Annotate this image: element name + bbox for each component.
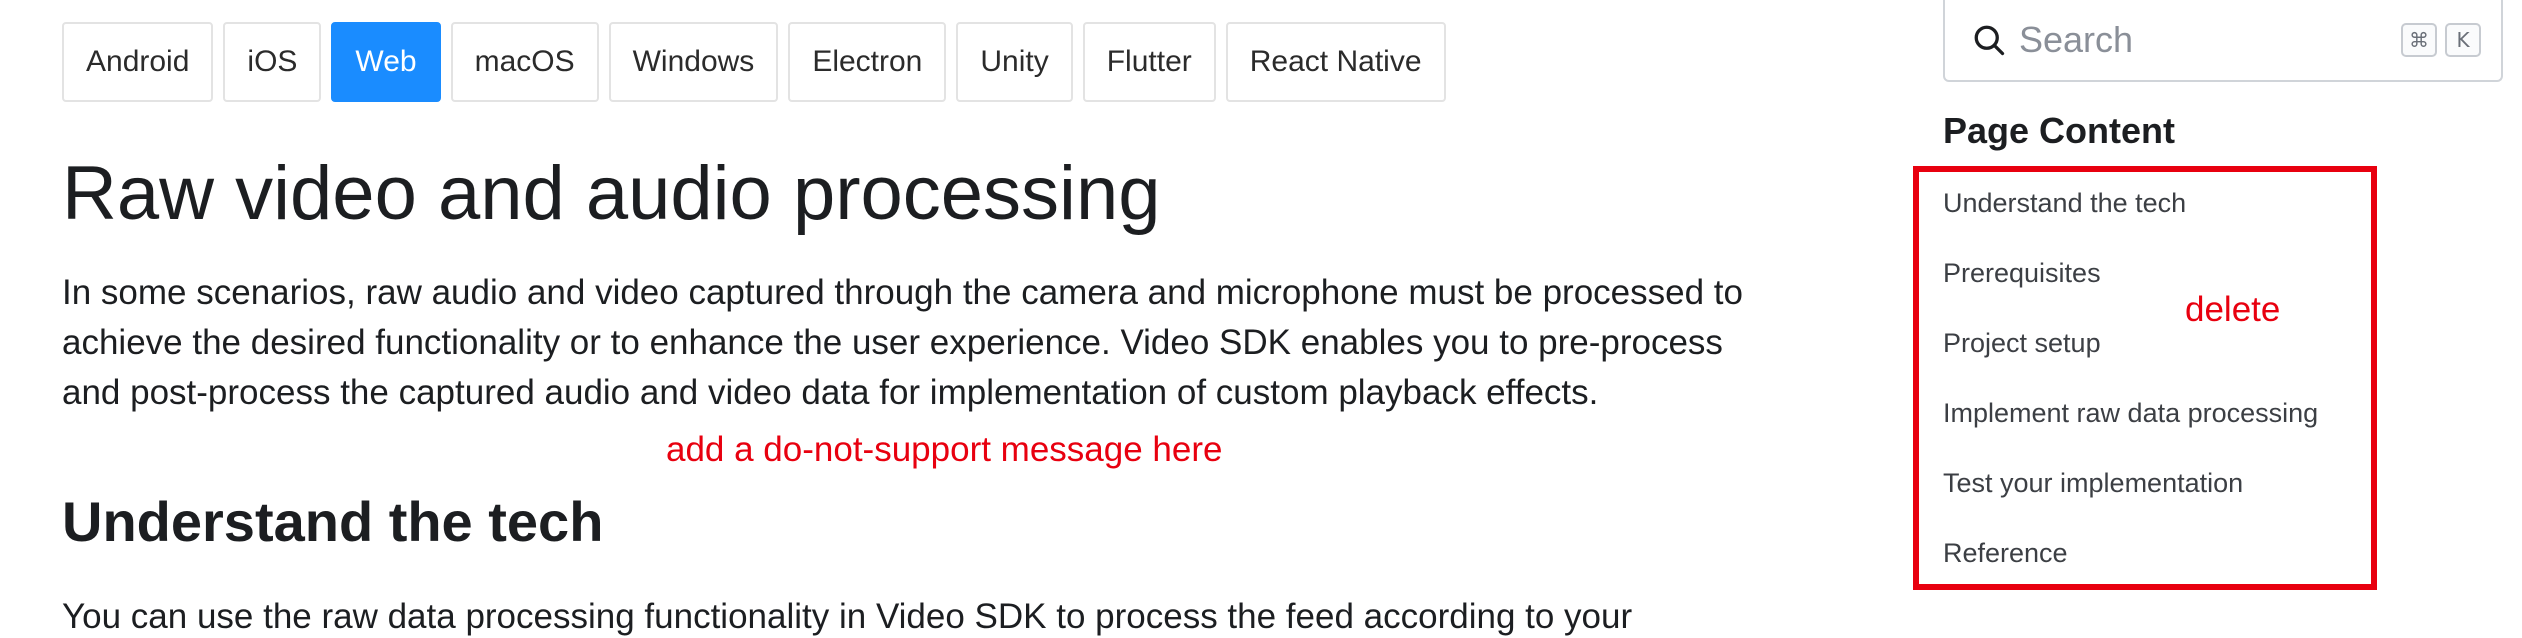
toc-item-implement-raw-data-processing[interactable]: Implement raw data processing [1943,393,2318,463]
tab-web[interactable]: Web [331,22,441,102]
search-placeholder: Search [2019,19,2134,60]
search-icon [1969,20,2009,60]
intro-paragraph: In some scenarios, raw audio and video c… [62,268,1862,418]
annotation-add-message: add a do-not-support message here [666,430,1223,469]
tab-android[interactable]: Android [62,22,214,102]
toc-heading: Page Content [1943,110,2176,151]
platform-tabs: Android iOS Web macOS Windows Electron U… [62,22,1446,102]
tab-react-native[interactable]: React Native [1225,22,1446,102]
toc-list: Understand the tech Prerequisites Projec… [1943,183,2318,603]
intro-line: achieve the desired functionality or to … [62,323,1723,362]
annotation-delete: delete [2185,290,2281,329]
intro-line: and post-process the captured audio and … [62,373,1599,412]
tab-macos[interactable]: macOS [450,22,599,102]
tab-unity[interactable]: Unity [956,22,1073,102]
tab-ios[interactable]: iOS [223,22,322,102]
tab-flutter[interactable]: Flutter [1082,22,1216,102]
intro-line: In some scenarios, raw audio and video c… [62,273,1743,312]
page-title: Raw video and audio processing [62,151,1161,236]
search-input[interactable]: Search ⌘ K [1943,0,2503,82]
toc-item-reference[interactable]: Reference [1943,533,2318,603]
section-paragraph: You can use the raw data processing func… [62,597,1633,636]
toc-item-understand-the-tech[interactable]: Understand the tech [1943,183,2318,253]
tab-windows[interactable]: Windows [608,22,779,102]
toc-item-project-setup[interactable]: Project setup [1943,323,2318,393]
toc-item-test-your-implementation[interactable]: Test your implementation [1943,463,2318,533]
command-key: ⌘ [2401,23,2437,57]
documentation-page: Android iOS Web macOS Windows Electron U… [0,0,2522,638]
k-key: K [2445,23,2481,57]
section-title: Understand the tech [62,490,604,553]
tab-electron[interactable]: Electron [788,22,947,102]
